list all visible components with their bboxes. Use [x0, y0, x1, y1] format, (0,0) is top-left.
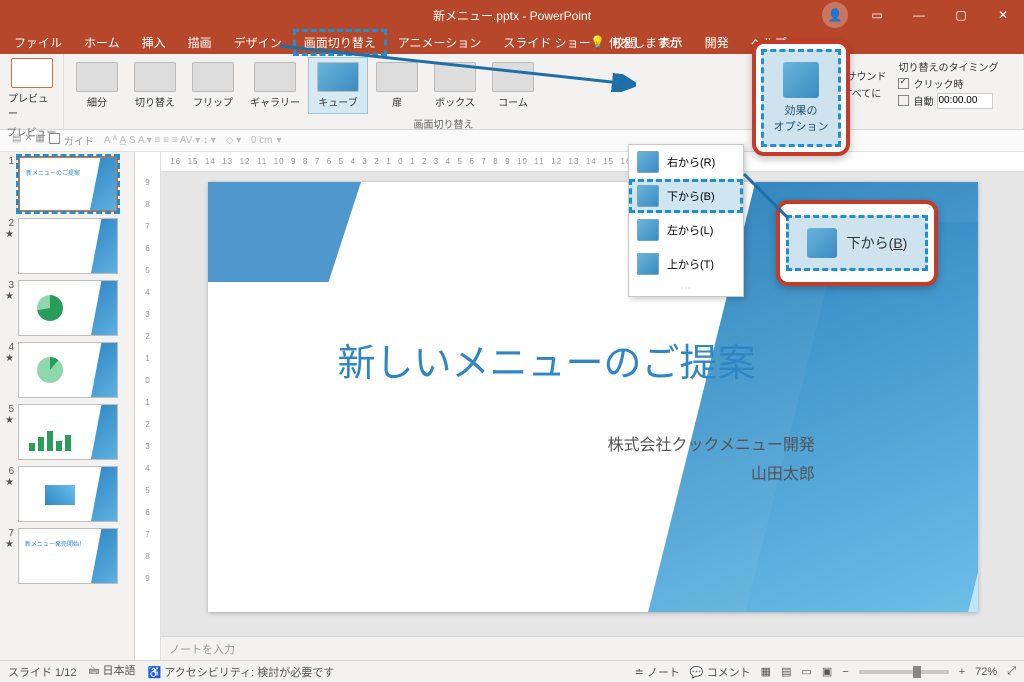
guide-toggle[interactable]: ガイド [64, 133, 94, 148]
close-button[interactable]: ✕ [982, 0, 1024, 30]
window-title: 新メニュー.pptx - PowerPoint [433, 7, 591, 24]
format-bar: ▤ ✕ ▦ ガイド A ᴬ A̲ S A ▾ ≡ ≡ ≡ AV ▾ ↕ ▾ ◇ … [0, 130, 1024, 152]
thumbnail-6[interactable]: 6★ [2, 466, 132, 522]
comments-button[interactable]: 💬 コメント [690, 664, 751, 680]
lang-indicator[interactable]: 🖮 日本語 [88, 662, 135, 681]
horizontal-ruler: 16 15 14 13 12 11 10 9 8 7 6 5 4 3 2 1 0… [161, 152, 1024, 172]
menu-tabs: ファイル ホーム 挿入 描画 デザイン 画面切り替え アニメーション スライド … [0, 30, 1024, 54]
maximize-button[interactable]: ▢ [940, 0, 982, 30]
preview-button[interactable]: プレビュー [0, 54, 63, 124]
zoom-out-button[interactable]: − [842, 666, 848, 678]
transition-box[interactable]: ボックス [426, 58, 484, 113]
tab-slideshow[interactable]: スライド ショー [493, 30, 600, 55]
tab-developer[interactable]: 開発 [695, 30, 739, 55]
titlebar: 新メニュー.pptx - PowerPoint 👤 ▭ ― ▢ ✕ [0, 0, 1024, 30]
transition-flip[interactable]: フリップ [184, 58, 242, 113]
option-from-left[interactable]: 左から(L) [629, 213, 743, 247]
view-reading-icon[interactable]: ▭ [801, 665, 811, 678]
size-display: 0 cm [251, 135, 273, 146]
zoom-slider[interactable] [859, 670, 949, 674]
zoom-level[interactable]: 72% [975, 666, 997, 678]
callout-from-bottom: 下から(B) [776, 200, 938, 286]
group-label-transitions: 画面切り替え [64, 116, 823, 131]
slide-subtitle[interactable]: 株式会社クックメニュー開発 山田太郎 [608, 432, 815, 490]
transition-subdivide[interactable]: 細分 [68, 58, 126, 113]
timing-heading: 切り替えのタイミング [898, 59, 998, 74]
tab-animations[interactable]: アニメーション [388, 30, 492, 55]
transition-comb[interactable]: コーム [484, 58, 542, 113]
zoom-in-button[interactable]: + [959, 666, 965, 678]
on-click-checkbox[interactable]: クリック時 [898, 76, 998, 91]
view-slideshow-icon[interactable]: ▣ [822, 665, 832, 678]
thumbnail-5[interactable]: 5★ [2, 404, 132, 460]
transition-gallery[interactable]: ギャラリー [242, 58, 308, 113]
tab-transitions[interactable]: 画面切り替え [294, 30, 386, 55]
option-from-top[interactable]: 上から(T) [629, 247, 743, 281]
tab-home[interactable]: ホーム [74, 30, 130, 55]
tell-me[interactable]: 💡 何をしますか [590, 34, 681, 51]
cube-icon [807, 228, 837, 258]
slide-title[interactable]: 新しいメニューのご提案 [338, 332, 756, 387]
thumbnail-2[interactable]: 2★ [2, 218, 132, 274]
thumbnail-7[interactable]: 7★新メニュー発売開始！ [2, 528, 132, 584]
tab-file[interactable]: ファイル [4, 30, 72, 55]
slide-counter: スライド 1/12 [8, 664, 76, 680]
tab-insert[interactable]: 挿入 [132, 30, 176, 55]
effect-options-dropdown: 右から(R) 下から(B) 左から(L) 上から(T) ⋯ [628, 144, 744, 297]
ribbon-display-icon[interactable]: ▭ [856, 0, 898, 30]
thumbnail-panel[interactable]: 1新メニューのご提案 2★ 3★ 4★ 5★ 6★ 7★新メニュー発売開始！ [0, 152, 135, 660]
minimize-button[interactable]: ― [898, 0, 940, 30]
accessibility-check[interactable]: ♿ アクセシビリティ: 検討が必要です [148, 664, 335, 680]
thumbnail-4[interactable]: 4★ [2, 342, 132, 398]
auto-time-input[interactable] [937, 93, 993, 109]
notes-button[interactable]: ≐ ノート [635, 664, 680, 680]
fit-window-icon[interactable]: ⤢ [1007, 665, 1016, 678]
status-bar: スライド 1/12 🖮 日本語 ♿ アクセシビリティ: 検討が必要です ≐ ノー… [0, 660, 1024, 682]
option-from-bottom[interactable]: 下から(B) [629, 179, 743, 213]
notes-pane[interactable]: ノートを入力 [161, 636, 1024, 660]
view-normal-icon[interactable]: ▦ [761, 665, 771, 678]
ribbon: プレビュー プレビュー 細分 切り替え フリップ ギャラリー キューブ 扉 ボッ… [0, 54, 1024, 130]
option-from-right[interactable]: 右から(R) [629, 145, 743, 179]
auto-advance-checkbox[interactable]: 自動 [898, 93, 998, 109]
thumbnail-1[interactable]: 1新メニューのご提案 [2, 156, 132, 212]
callout-effect-options: 効果の オプション [752, 40, 850, 156]
thumbnail-3[interactable]: 3★ [2, 280, 132, 336]
transition-doors[interactable]: 扉 [368, 58, 426, 113]
tab-draw[interactable]: 描画 [178, 30, 222, 55]
window-controls: 👤 ▭ ― ▢ ✕ [814, 0, 1024, 30]
cube-icon [783, 62, 819, 98]
transition-cube[interactable]: キューブ [308, 57, 368, 114]
vertical-ruler: 9876543210123456789 [135, 152, 161, 660]
transition-switch[interactable]: 切り替え [126, 58, 184, 113]
view-sorter-icon[interactable]: ▤ [781, 665, 791, 678]
account-icon[interactable]: 👤 [814, 0, 856, 30]
tab-design[interactable]: デザイン [224, 30, 292, 55]
